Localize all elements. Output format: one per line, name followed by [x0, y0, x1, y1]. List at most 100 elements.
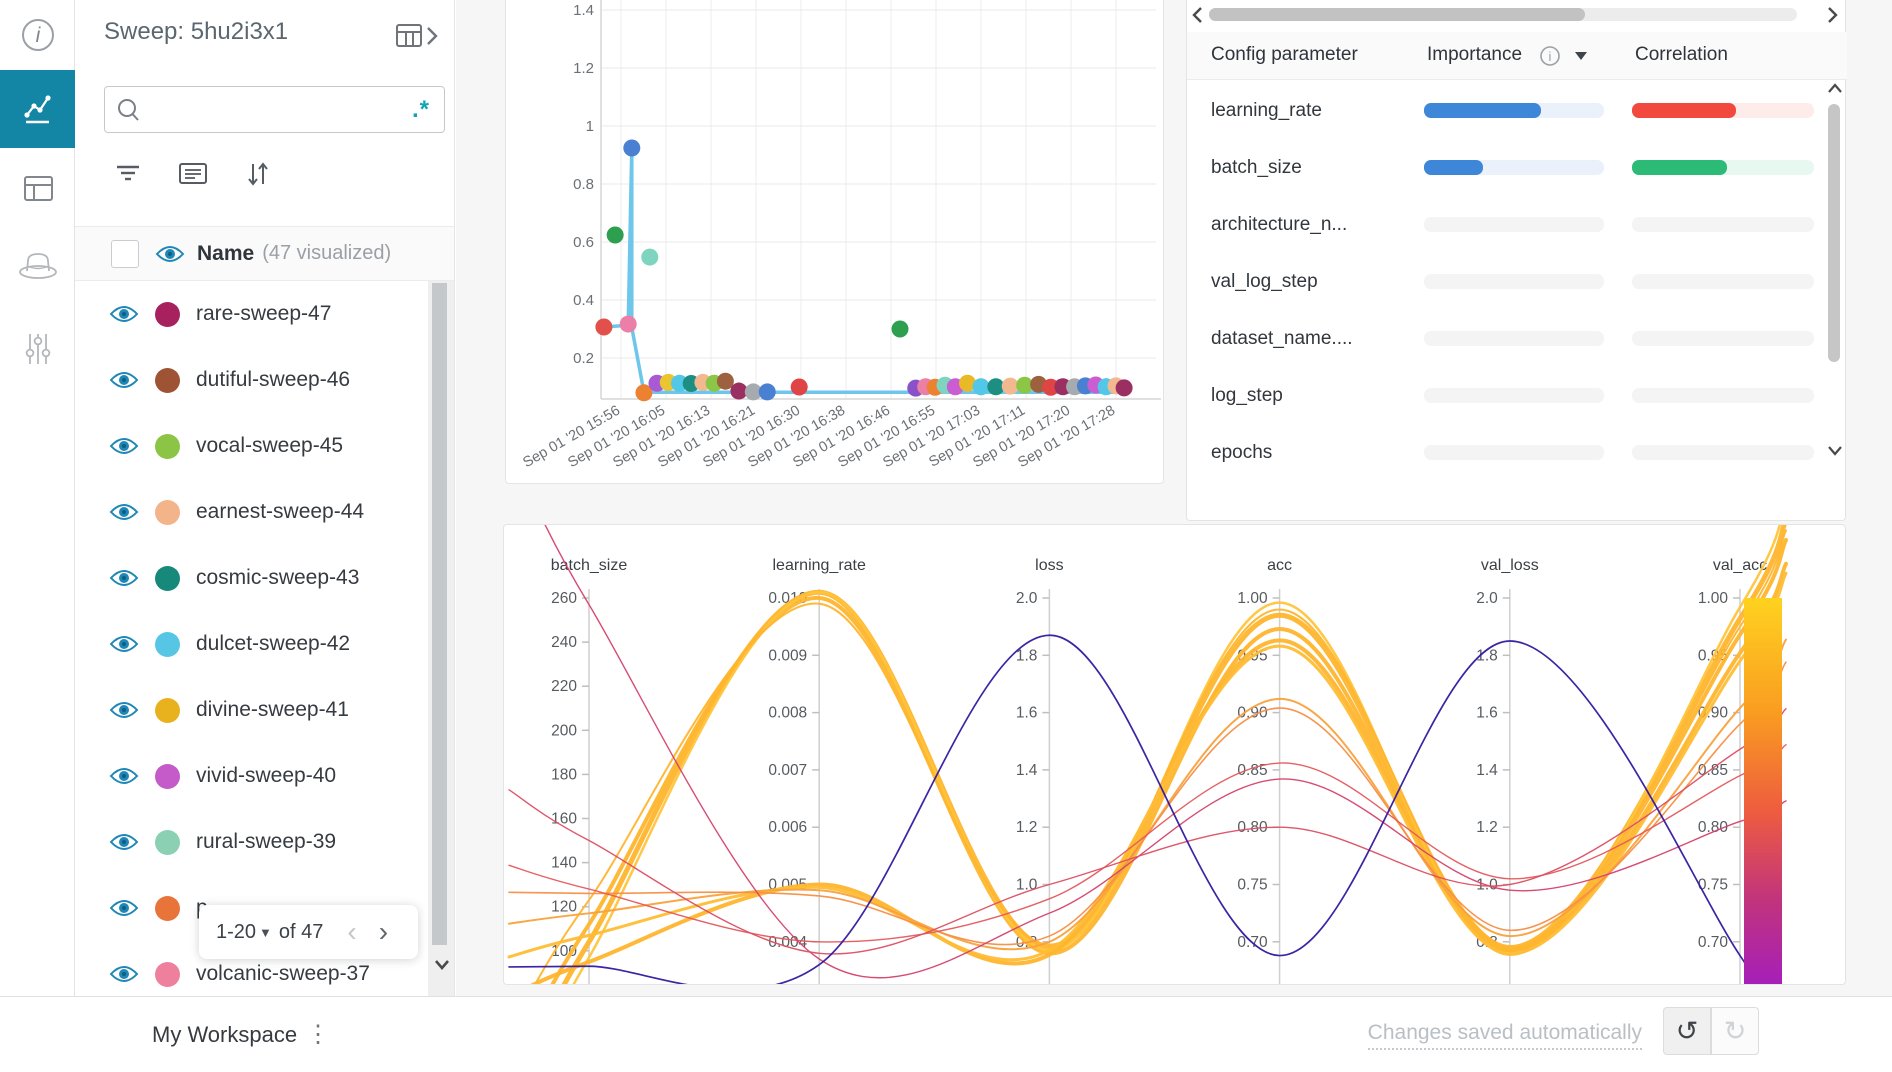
importance-bar-fill — [1424, 103, 1541, 118]
importance-row[interactable]: learning_rate — [1187, 82, 1823, 139]
importance-column-sort[interactable]: Importance — [1427, 44, 1522, 66]
workspace-menu-kebab-icon[interactable]: ⋮ — [306, 997, 330, 1072]
run-row[interactable]: rare-sweep-47 — [75, 281, 427, 347]
search-icon — [105, 95, 151, 125]
sort-caret-icon[interactable] — [1573, 50, 1589, 62]
vertical-scrollbar[interactable] — [1823, 80, 1847, 478]
importance-row[interactable]: val_log_step — [1187, 253, 1823, 310]
svg-text:220: 220 — [551, 678, 577, 695]
redo-button[interactable]: ↻ — [1711, 1007, 1759, 1055]
correlation-bar — [1632, 217, 1814, 232]
run-name[interactable]: rural-sweep-39 — [196, 830, 336, 854]
correlation-bar — [1632, 274, 1814, 289]
run-name[interactable]: rare-sweep-47 — [196, 302, 331, 326]
svg-text:0.007: 0.007 — [768, 762, 807, 779]
workspace-title[interactable]: My Workspace — [152, 997, 297, 1072]
run-visibility-eye-icon[interactable] — [109, 370, 139, 390]
page-size-caret-icon[interactable]: ▼ — [259, 925, 272, 940]
workspace-bar: My Workspace ⋮ Changes saved automatical… — [0, 996, 1892, 1071]
run-row[interactable]: cosmic-sweep-43 — [75, 545, 427, 611]
svg-text:2.0: 2.0 — [1016, 590, 1038, 607]
table-icon — [18, 168, 58, 208]
charts-tab[interactable] — [0, 70, 75, 148]
controls-tab[interactable] — [0, 326, 75, 372]
config-parameter-column: Config parameter — [1211, 44, 1358, 66]
run-row[interactable]: dutiful-sweep-46 — [75, 347, 427, 413]
run-name[interactable]: cosmic-sweep-43 — [196, 566, 359, 590]
run-row[interactable]: dulcet-sweep-42 — [75, 611, 427, 677]
parameter-name: epochs — [1211, 424, 1272, 481]
importance-row[interactable]: batch_size — [1187, 139, 1823, 196]
svg-text:1.0: 1.0 — [1016, 877, 1038, 894]
run-list-scrollbar-thumb[interactable] — [432, 283, 447, 945]
visualized-count: (47 visualized) — [262, 242, 391, 265]
svg-text:1.4: 1.4 — [1476, 762, 1498, 779]
run-visibility-eye-icon[interactable] — [109, 964, 139, 984]
correlation-bar — [1632, 445, 1814, 460]
info-icon[interactable]: i — [0, 12, 75, 58]
importance-row[interactable]: architecture_n... — [1187, 196, 1823, 253]
run-visibility-eye-icon[interactable] — [109, 304, 139, 324]
vscroll-thumb[interactable] — [1828, 104, 1840, 362]
next-page-button[interactable]: › — [379, 922, 388, 942]
tables-tab[interactable] — [0, 165, 75, 211]
svg-text:0.6: 0.6 — [573, 234, 594, 251]
importance-row[interactable]: epochs — [1187, 424, 1823, 481]
expand-table-button[interactable] — [395, 22, 441, 55]
regex-toggle[interactable]: .* — [412, 96, 444, 124]
run-name[interactable]: vocal-sweep-45 — [196, 434, 343, 458]
undo-button[interactable]: ↺ — [1663, 1007, 1711, 1055]
run-name[interactable]: earnest-sweep-44 — [196, 500, 364, 524]
svg-text:0.75: 0.75 — [1237, 877, 1267, 894]
run-visibility-eye-icon[interactable] — [109, 766, 139, 786]
run-row[interactable]: rural-sweep-39 — [75, 809, 427, 875]
select-all-checkbox[interactable] — [111, 240, 139, 268]
svg-text:0.006: 0.006 — [768, 819, 807, 836]
filter-icon — [113, 158, 143, 188]
run-list: rare-sweep-47 dutiful-sweep-46 vocal-sweep… — [75, 281, 427, 996]
parallel-coordinates-chart[interactable]: batch_size260240220200180160140120100lea… — [504, 525, 1845, 984]
importance-row[interactable]: log_step — [1187, 367, 1823, 424]
run-row[interactable]: divine-sweep-41 — [75, 677, 427, 743]
scroll-down-icon[interactable] — [1825, 442, 1845, 460]
correlation-bar — [1632, 160, 1814, 175]
hscroll-thumb[interactable] — [1209, 8, 1585, 21]
importance-bar — [1424, 160, 1604, 175]
sweeps-tab[interactable] — [0, 242, 75, 288]
created-scatter-chart[interactable]: 1.41.210.80.60.40.2Sep 01 '20 15:56Sep 0… — [506, 0, 1165, 484]
page-range[interactable]: 1-20 — [216, 921, 256, 944]
filter-button[interactable] — [113, 158, 143, 193]
columns-button[interactable] — [177, 158, 209, 193]
run-visibility-eye-icon[interactable] — [109, 898, 139, 918]
importance-bar-fill — [1424, 160, 1483, 175]
run-visibility-eye-icon[interactable] — [109, 634, 139, 654]
importance-info-icon[interactable]: i — [1539, 45, 1561, 67]
scroll-left-icon[interactable] — [1189, 4, 1207, 26]
scroll-down-icon[interactable] — [430, 952, 454, 976]
toggle-all-visibility[interactable] — [155, 244, 185, 264]
run-visibility-eye-icon[interactable] — [109, 832, 139, 852]
info-icon: i — [19, 16, 57, 54]
run-name[interactable]: dulcet-sweep-42 — [196, 632, 350, 656]
run-visibility-eye-icon[interactable] — [109, 436, 139, 456]
run-visibility-eye-icon[interactable] — [109, 700, 139, 720]
sort-button[interactable] — [241, 158, 273, 195]
run-row[interactable]: earnest-sweep-44 — [75, 479, 427, 545]
page-total: of 47 — [279, 921, 323, 944]
run-visibility-eye-icon[interactable] — [109, 568, 139, 588]
importance-row[interactable]: dataset_name.... — [1187, 310, 1823, 367]
run-row[interactable]: vocal-sweep-45 — [75, 413, 427, 479]
svg-text:1.2: 1.2 — [573, 60, 594, 77]
run-name[interactable]: divine-sweep-41 — [196, 698, 349, 722]
search-input[interactable] — [151, 87, 412, 132]
scroll-up-icon[interactable] — [1825, 80, 1845, 98]
scroll-right-icon[interactable] — [1823, 4, 1841, 26]
run-name[interactable]: volcanic-sweep-37 — [196, 962, 370, 986]
run-name[interactable]: dutiful-sweep-46 — [196, 368, 350, 392]
svg-text:0.4: 0.4 — [573, 292, 594, 309]
run-visibility-eye-icon[interactable] — [109, 502, 139, 522]
run-row[interactable]: vivid-sweep-40 — [75, 743, 427, 809]
prev-page-button[interactable]: ‹ — [347, 922, 356, 942]
horizontal-scrollbar[interactable] — [1187, 4, 1847, 26]
run-name[interactable]: vivid-sweep-40 — [196, 764, 336, 788]
